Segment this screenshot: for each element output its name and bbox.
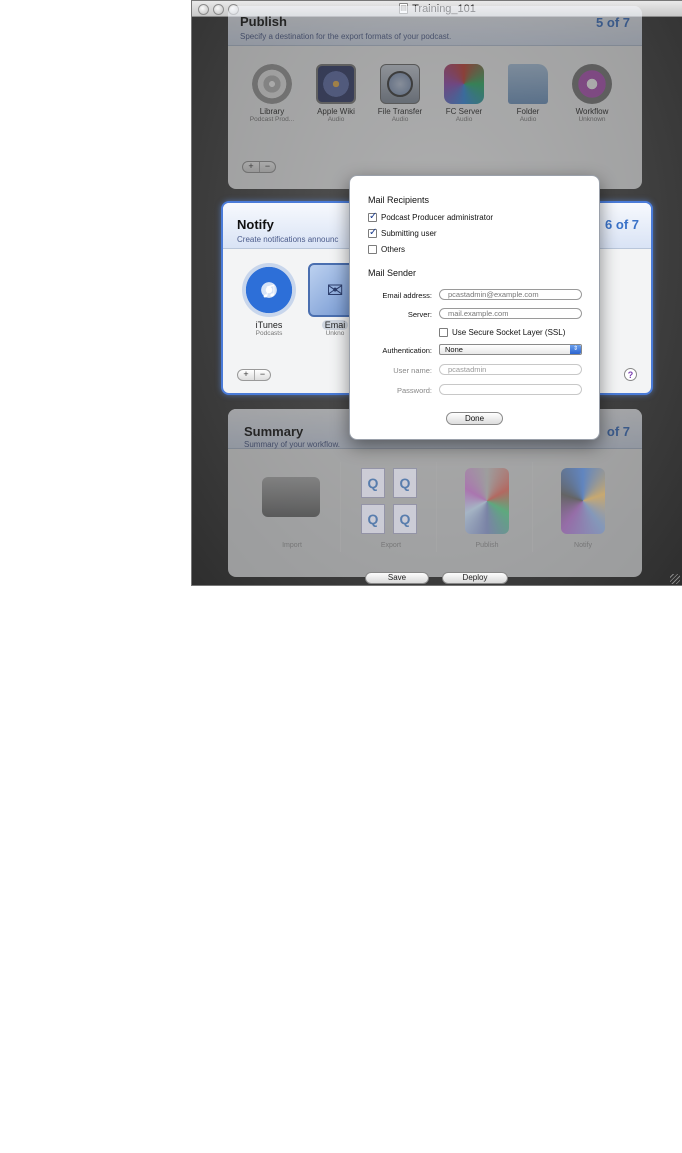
quicktime-file-icon: Q [361,468,385,498]
mail-sender-heading: Mail Sender [368,268,417,278]
recipient-submitting-user-row[interactable]: Submitting user [368,227,437,238]
password-label: Password: [396,386,432,395]
publish-step-count: 5 of 7 [596,15,630,30]
notify-item-itunes[interactable]: ♫ iTunes Podcasts [233,263,305,337]
publish-add-button[interactable]: + [243,162,259,172]
publish-add-remove: + − [242,161,276,173]
help-button[interactable]: ? [624,368,637,381]
publish-item-apple-wiki[interactable]: Apple Wiki Audio [304,64,368,123]
close-window-button[interactable] [198,4,209,15]
save-button[interactable]: Save [365,572,429,584]
mail-recipients-heading: Mail Recipients [368,195,430,205]
user-name-label: User name: [393,366,432,375]
publish-item-workflow[interactable]: Workflow Unknown [560,64,624,123]
recipient-others-row[interactable]: Others [368,245,405,254]
publish-header: Publish Specify a destination for the ex… [228,6,642,46]
publish-remove-button[interactable]: − [259,162,275,172]
email-address-field[interactable]: pcastadmin@example.com [439,289,582,300]
summary-export[interactable]: Q Q Q Q Export [340,462,440,552]
user-name-field[interactable]: pcastadmin [439,364,582,375]
summary-import[interactable]: Import [242,462,342,552]
notify-step-count: 6 of 7 [605,217,639,232]
server-field[interactable]: mail.example.com [439,308,582,319]
ssl-row[interactable]: Use Secure Socket Layer (SSL) [439,328,565,337]
workflow-icon [572,64,612,104]
recipient-submitting-user-checkbox[interactable] [368,227,377,238]
authentication-value: None [445,345,463,354]
publish-card: Publish Specify a destination for the ex… [228,6,642,189]
summary-notify[interactable]: Notify [532,462,632,552]
popup-arrows-icon: ⇕ [570,345,581,354]
notify-items: ♫ iTunes Podcasts ✉ Emai Unkno [233,263,365,337]
summary-publish[interactable]: Publish [436,462,536,552]
publish-title: Publish [240,14,287,29]
email-address-label: Email address: [382,291,432,300]
itunes-icon: ♫ [242,263,296,317]
folder-icon [508,64,548,104]
wiki-icon [316,64,356,104]
authentication-select[interactable]: None ⇕ [439,344,582,355]
publish-item-library[interactable]: Library Podcast Prod... [240,64,304,123]
file-transfer-icon [380,64,420,104]
recipient-admin-row[interactable]: Podcast Producer administrator [368,211,493,222]
summary-subtitle: Summary of your workflow. [244,440,341,449]
summary-title: Summary [244,424,304,439]
notify-title: Notify [237,217,274,232]
notify-remove-button[interactable]: − [254,370,270,380]
publish-destinations: Library Podcast Prod... Apple Wiki Audio… [240,64,624,123]
server-label: Server: [407,310,432,319]
quicktime-file-icon: Q [393,468,417,498]
fc-server-icon [444,64,484,104]
publish-item-fc-server[interactable]: FC Server Audio [432,64,496,123]
authentication-label: Authentication: [382,346,432,355]
done-button[interactable]: Done [446,412,503,425]
notify-add-button[interactable]: + [238,370,254,380]
camcorder-icon [262,477,320,517]
library-icon [252,64,292,104]
notify-subtitle: Create notifications announc [237,235,339,244]
recipient-admin-checkbox[interactable] [368,211,377,222]
notify-add-remove: + − [237,369,271,381]
recipient-others-checkbox[interactable] [368,245,377,254]
publish-item-file-transfer[interactable]: File Transfer Audio [368,64,432,123]
publish-item-folder[interactable]: Folder Audio [496,64,560,123]
minimize-window-button[interactable] [213,4,224,15]
quicktime-file-icon: Q [361,504,385,534]
resize-grip-icon[interactable] [670,574,680,584]
ssl-checkbox[interactable] [439,328,448,337]
deploy-button[interactable]: Deploy [442,572,508,584]
notify-targets-icon [561,468,605,534]
publish-destinations-icon [465,468,509,534]
password-field[interactable] [439,384,582,395]
summary-step-count: of 7 [606,424,630,439]
publish-subtitle: Specify a destination for the export for… [240,32,452,41]
quicktime-file-icon: Q [393,504,417,534]
